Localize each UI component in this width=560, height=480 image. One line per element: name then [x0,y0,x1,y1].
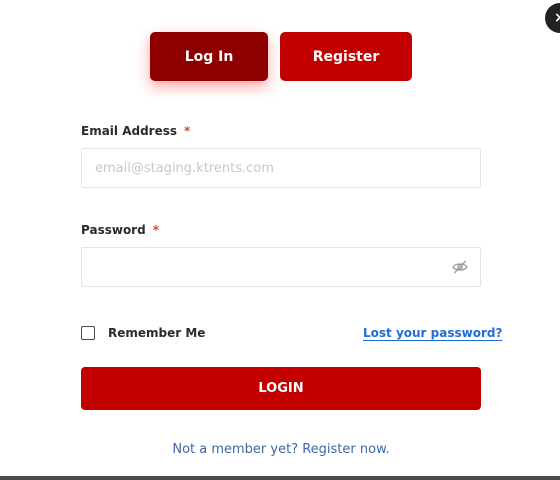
login-button[interactable]: LOGIN [81,367,481,410]
bottom-edge [0,476,560,480]
close-icon: × [554,10,560,26]
password-label-text: Password [81,223,146,237]
email-placeholder: email@staging.ktrents.com [95,160,274,176]
email-label: Email Address * [81,124,190,138]
required-marker: * [184,124,191,138]
email-field[interactable]: email@staging.ktrents.com [81,148,481,188]
tab-log-in[interactable]: Log In [150,32,268,81]
password-label: Password * [81,223,159,237]
tab-register[interactable]: Register [280,32,412,81]
required-marker: * [152,223,159,237]
register-now-link[interactable]: Not a member yet? Register now. [0,442,560,457]
remember-me-checkbox[interactable] [81,326,95,340]
eye-slash-icon[interactable] [452,260,468,274]
remember-me-label[interactable]: Remember Me [108,326,205,340]
email-label-text: Email Address [81,124,178,138]
password-field[interactable] [81,247,481,287]
lost-password-link[interactable]: Lost your password? [363,326,502,340]
close-button[interactable]: × [545,3,560,33]
